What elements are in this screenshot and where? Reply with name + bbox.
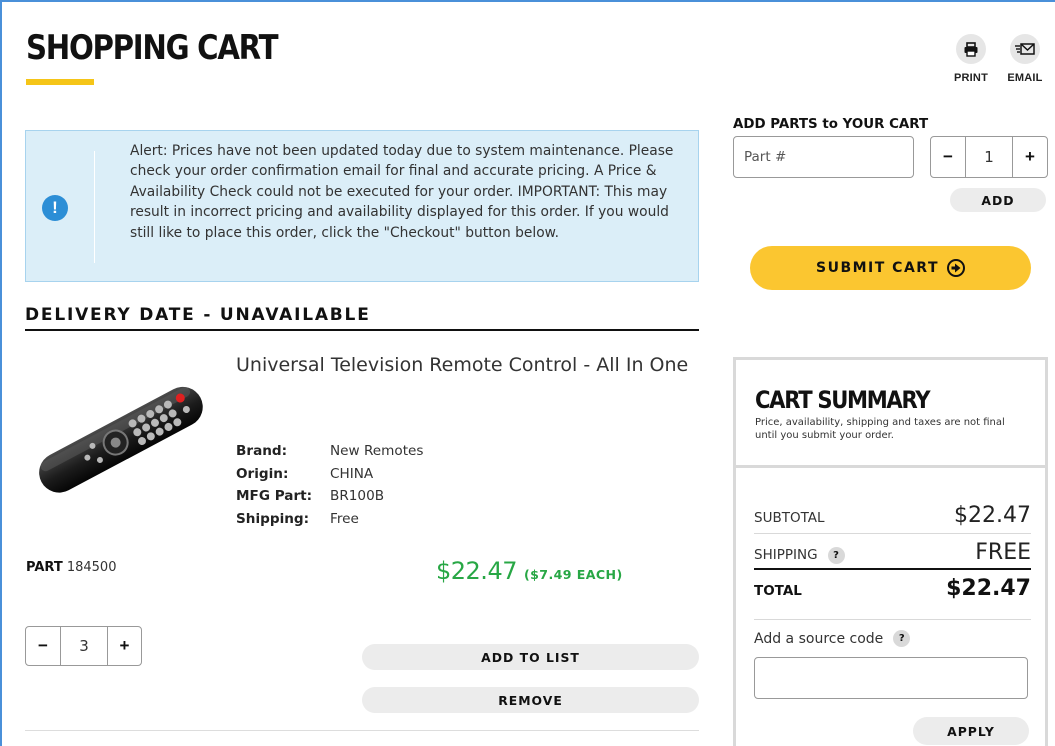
part-label: PART (26, 560, 63, 575)
summary-divider (754, 533, 1031, 534)
spec-value: CHINA (330, 465, 374, 482)
cart-summary-title: CART SUMMARY (755, 386, 931, 414)
total-label: TOTAL (754, 583, 802, 599)
alert-message: Alert: Prices have not been updated toda… (130, 143, 674, 241)
spec-origin: Origin: CHINA (236, 463, 424, 486)
total-value: $22.47 (946, 576, 1031, 601)
spec-value: BR100B (330, 488, 385, 505)
print-button[interactable]: PRINT (949, 34, 993, 84)
add-parts-quantity-stepper: − 1 + (930, 136, 1048, 178)
source-code-input[interactable] (754, 657, 1028, 699)
spec-label: Brand: (236, 443, 288, 459)
product-name-link[interactable]: Universal Television Remote Control - Al… (236, 350, 706, 380)
product-specs: Brand: New Remotes Origin: CHINA MFG Par… (236, 440, 424, 530)
total-row: TOTAL $22.47 (754, 576, 1031, 601)
subtotal-value: $22.47 (954, 503, 1031, 528)
subtotal-label: SUBTOTAL (754, 510, 825, 526)
email-label: EMAIL (1007, 72, 1043, 84)
item-quantity-input[interactable]: 3 (60, 627, 108, 665)
page-title: SHOPPING CART (26, 28, 279, 68)
cart-summary-panel: CART SUMMARY Price, availability, shippi… (733, 357, 1048, 746)
remove-button[interactable]: REMOVE (362, 687, 699, 713)
total-rule (754, 568, 1031, 570)
source-code-label: Add a source code (754, 630, 884, 647)
shipping-label-group: SHIPPING ? (754, 546, 845, 564)
source-divider (754, 619, 1031, 620)
item-quantity-stepper: − 3 + (25, 626, 142, 666)
item-divider (25, 730, 699, 731)
top-actions: PRINT EMAIL (949, 34, 1047, 84)
item-total-price: $22.47 (436, 557, 517, 585)
item-unit-price: ($7.49 EACH) (523, 567, 623, 582)
maintenance-alert: ! Alert: Prices have not been updated to… (25, 130, 699, 282)
alert-divider (94, 151, 95, 263)
email-button[interactable]: EMAIL (1003, 34, 1047, 84)
spec-value: New Remotes (330, 443, 424, 459)
add-parts-decrease-button[interactable]: − (931, 137, 965, 177)
submit-cart-label: SUBMIT CART (816, 260, 939, 276)
part-number-value: 184500 (66, 560, 117, 575)
apply-source-code-button[interactable]: APPLY (913, 717, 1029, 745)
add-parts-quantity-input[interactable]: 1 (965, 137, 1013, 177)
part-number-input[interactable] (733, 136, 914, 178)
product-image[interactable] (26, 376, 214, 500)
exclamation-icon: ! (42, 195, 68, 221)
part-number: PART 184500 (26, 560, 116, 575)
shipping-help-icon[interactable]: ? (827, 546, 845, 564)
delivery-date-heading: DELIVERY DATE - UNAVAILABLE (25, 305, 699, 331)
shipping-value: FREE (975, 540, 1031, 565)
source-code-label-group: Add a source code ? (754, 630, 911, 647)
print-label: PRINT (954, 72, 988, 84)
spec-label: MFG Part: (236, 488, 313, 505)
decrease-quantity-button[interactable]: − (26, 627, 60, 665)
add-parts-increase-button[interactable]: + (1013, 137, 1047, 177)
remote-control-icon (39, 386, 203, 493)
subtotal-row: SUBTOTAL $22.47 (754, 503, 1031, 528)
printer-icon (956, 34, 986, 64)
arrow-circle-right-icon (947, 259, 965, 277)
submit-cart-button[interactable]: SUBMIT CART (750, 246, 1031, 290)
envelope-icon (1010, 34, 1040, 64)
spec-shipping: Shipping: Free (236, 508, 424, 531)
add-part-button[interactable]: ADD (950, 188, 1046, 212)
shipping-row: SHIPPING ? FREE (754, 540, 1031, 565)
title-underline (26, 79, 94, 85)
spec-mfg-part: MFG Part: BR100B (236, 485, 424, 508)
spec-label: Shipping: (236, 510, 310, 527)
spec-label: Origin: (236, 465, 289, 482)
source-code-help-icon[interactable]: ? (893, 630, 911, 647)
cart-summary-header: CART SUMMARY Price, availability, shippi… (736, 360, 1045, 468)
increase-quantity-button[interactable]: + (108, 627, 141, 665)
cart-summary-note: Price, availability, shipping and taxes … (755, 417, 1005, 441)
shipping-label: SHIPPING (754, 547, 818, 563)
spec-brand: Brand: New Remotes (236, 440, 424, 463)
spec-value: Free (330, 510, 359, 527)
add-parts-heading: ADD PARTS to YOUR CART (733, 117, 929, 132)
item-price: $22.47 ($7.49 EACH) (436, 557, 623, 585)
add-to-list-button[interactable]: ADD TO LIST (362, 644, 699, 670)
